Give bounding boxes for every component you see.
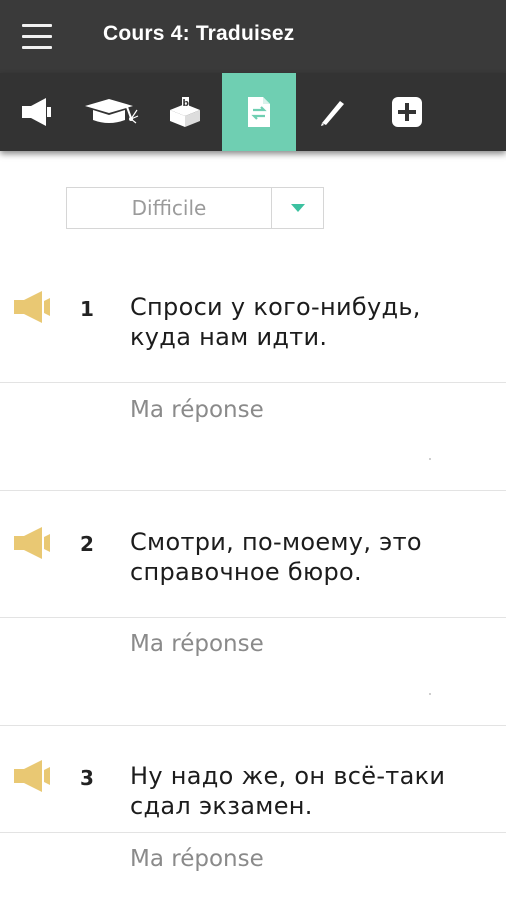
speaker-icon[interactable] (12, 759, 52, 793)
divider (0, 617, 506, 618)
speaker-icon[interactable] (12, 526, 52, 560)
pen-icon (321, 101, 344, 126)
exercise-sentence: Ну надо же, он всё-таки сдал экзамен. (130, 762, 446, 820)
exercise-number: 3 (80, 766, 94, 790)
divider (0, 382, 506, 383)
page-title: Cours 4: Traduisez (103, 22, 295, 45)
divider-dot (429, 458, 431, 460)
tool-exercises[interactable]: b (148, 73, 222, 151)
divider (0, 832, 506, 833)
svg-text:b: b (183, 99, 190, 109)
divider-dot (429, 693, 431, 695)
box-tray-icon: b (170, 97, 200, 127)
tool-translate[interactable] (222, 73, 296, 151)
exercise-number: 2 (80, 532, 94, 556)
exercise-number: 1 (80, 297, 94, 321)
graduation-cap-icon (85, 99, 139, 124)
app-bar: Cours 4: Traduisez (0, 0, 506, 73)
answer-input[interactable] (130, 624, 470, 664)
answer-input[interactable] (130, 839, 470, 879)
tool-add[interactable] (370, 73, 444, 151)
lesson-toolbar: b (0, 73, 506, 151)
tool-write[interactable] (296, 73, 370, 151)
speaker-icon (22, 98, 51, 126)
exercise-sentence: Смотри, по-моему, это справочное бюро. (130, 528, 422, 586)
speaker-icon[interactable] (12, 290, 52, 324)
chevron-down-icon[interactable] (272, 188, 323, 228)
answer-input[interactable] (130, 390, 470, 430)
exercise-sentence: Спроси у кого-нибудь, куда нам идти. (130, 293, 421, 351)
difficulty-select[interactable]: Difficile (66, 187, 324, 229)
difficulty-value: Difficile (67, 188, 272, 228)
tool-audio[interactable] (0, 73, 74, 151)
divider (0, 725, 506, 726)
tool-lesson[interactable] (74, 73, 148, 151)
document-swap-icon (248, 97, 270, 127)
plus-square-icon (392, 97, 422, 127)
menu-icon[interactable] (22, 24, 54, 50)
divider (0, 490, 506, 491)
